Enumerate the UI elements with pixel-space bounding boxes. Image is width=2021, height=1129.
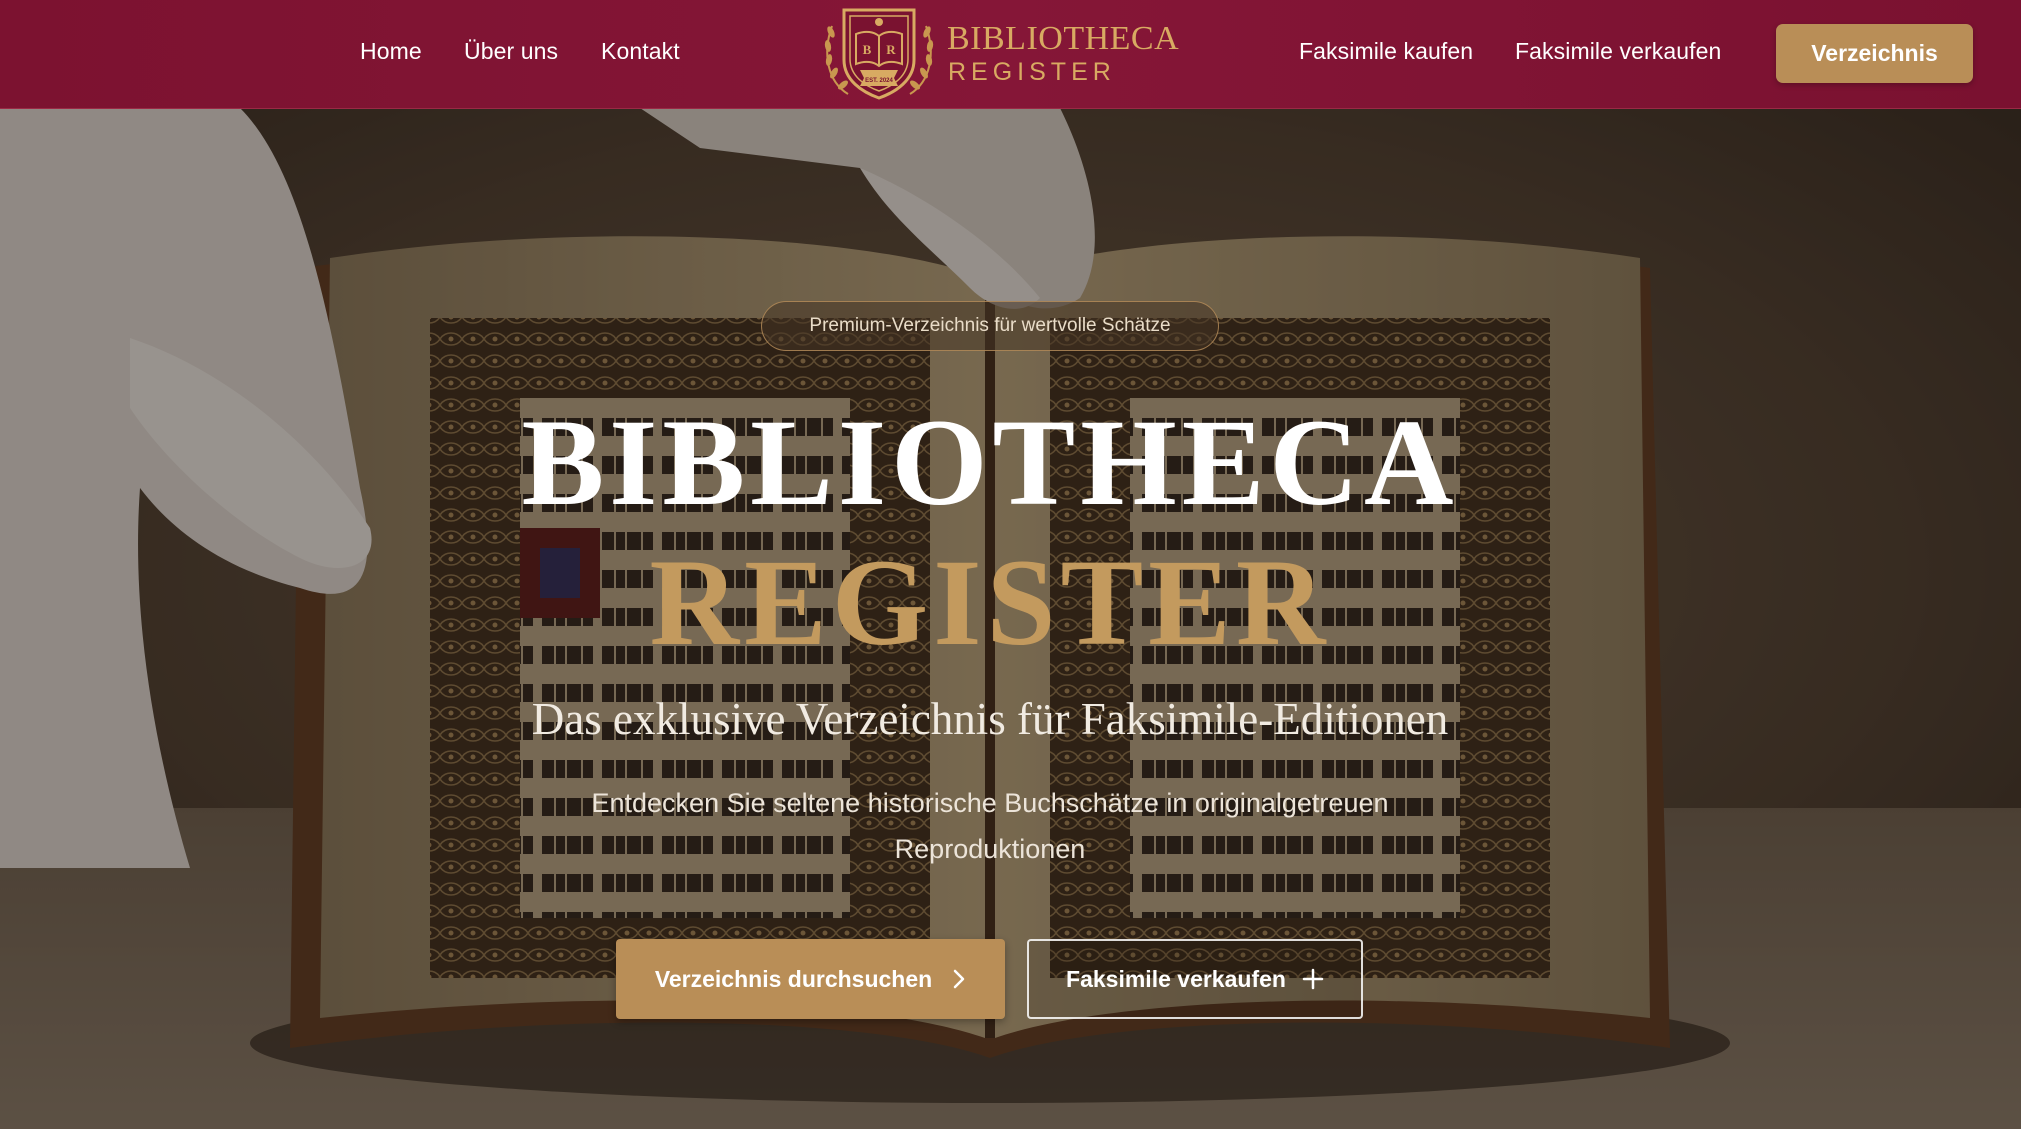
nav-link-about[interactable]: Über uns [464,38,558,65]
browse-directory-label: Verzeichnis durchsuchen [654,965,933,992]
svg-text:EST. 2024: EST. 2024 [865,78,893,84]
directory-button[interactable]: Verzeichnis [1776,24,1973,83]
svg-text:R: R [886,42,896,57]
hero-title-line1: BIBLIOTHECA [521,394,1459,531]
hero-subtitle: Das exklusive Verzeichnis für Faksimile-… [531,694,1449,744]
page: Home Über uns Kontakt B R EST. 2024 BIBL… [0,0,2021,1129]
site-logo[interactable]: B R EST. 2024 BIBLIOTHECA REGISTER [814,2,1179,106]
chevron-right-icon [952,968,966,990]
svg-text:B: B [863,42,872,57]
sell-facsimile-label: Faksimile verkaufen [1066,965,1286,992]
open-book-crest-icon: B R EST. 2024 [824,8,934,100]
logo-subtitle: REGISTER [948,58,1116,86]
hero-description: Entdecken Sie seltene historische Buchsc… [591,788,1389,864]
nav-link-home[interactable]: Home [360,38,422,65]
logo-title: BIBLIOTHECA [947,20,1180,57]
premium-badge: Premium-Verzeichnis für wertvolle Schätz… [761,301,1219,351]
plus-icon [1302,968,1324,990]
nav-link-sell-facsimile[interactable]: Faksimile verkaufen [1515,38,1721,65]
hero-title-line2: REGISTER [649,534,1331,671]
sell-facsimile-button[interactable]: Faksimile verkaufen [1027,939,1363,1019]
nav-link-contact[interactable]: Kontakt [601,38,680,65]
top-navigation-bar: Home Über uns Kontakt B R EST. 2024 BIBL… [0,0,2021,109]
nav-link-buy-facsimile[interactable]: Faksimile kaufen [1299,38,1473,65]
browse-directory-button[interactable]: Verzeichnis durchsuchen [616,939,1005,1019]
hero-section: Premium-Verzeichnis für wertvolle Schätz… [0,108,2021,1129]
